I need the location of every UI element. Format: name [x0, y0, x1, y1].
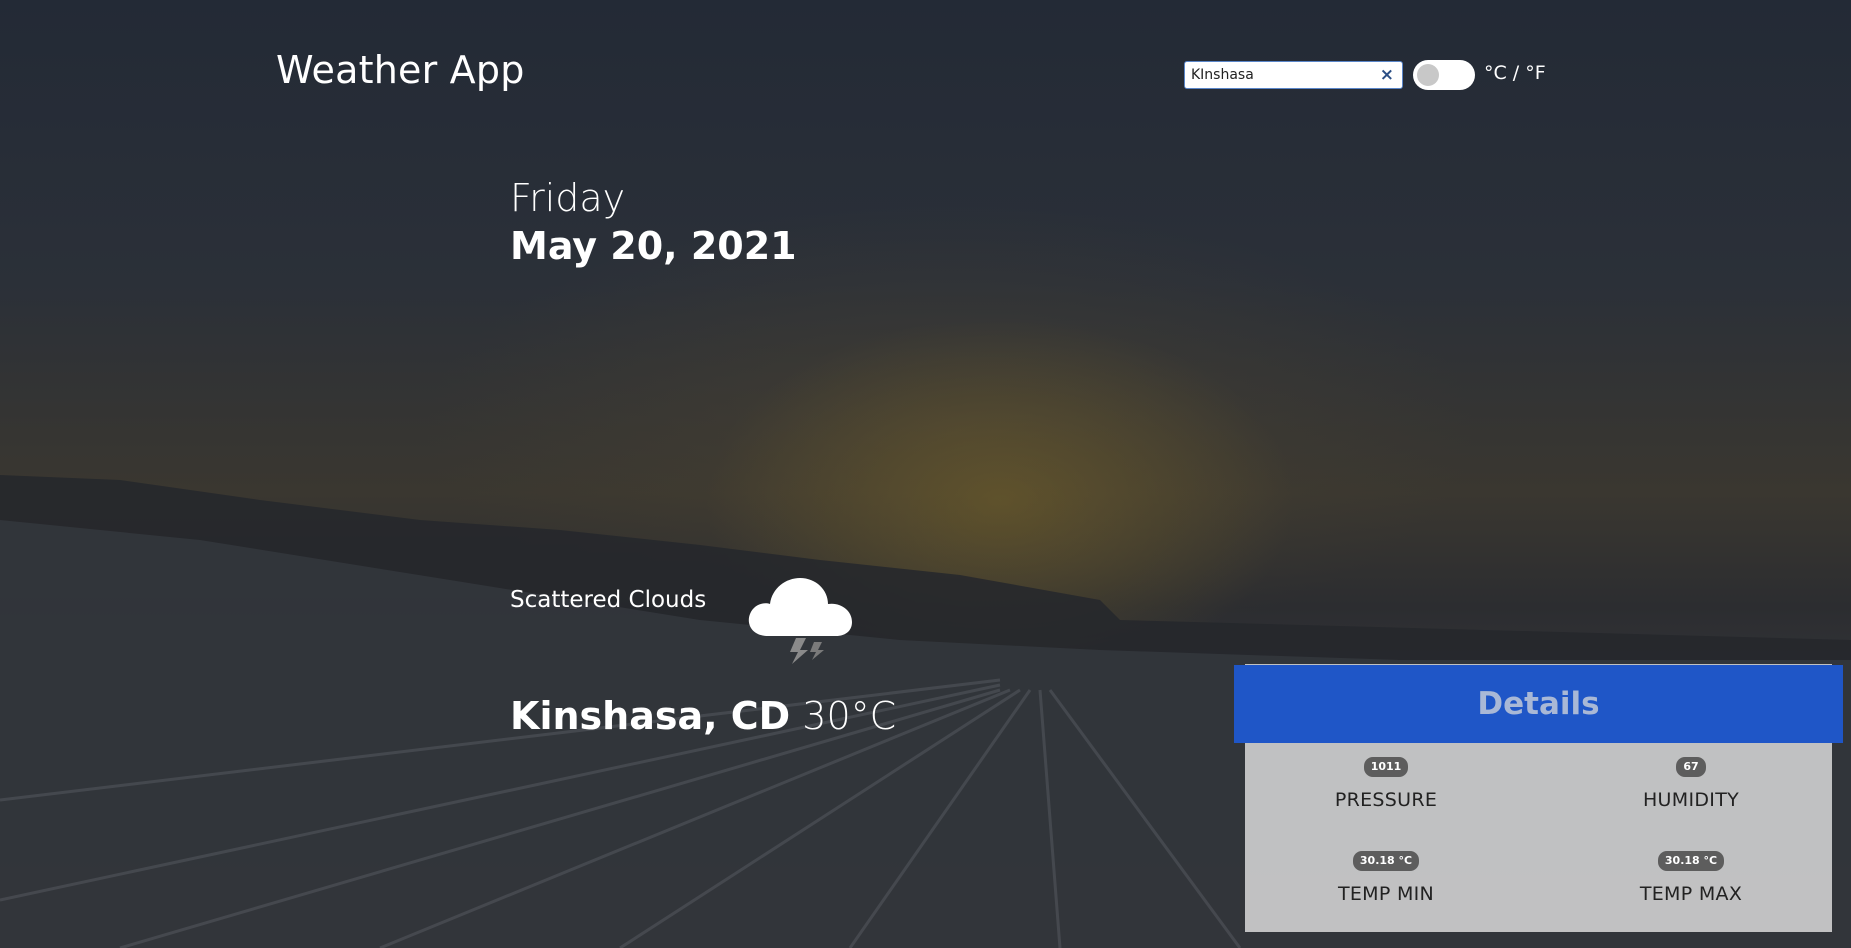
humidity-stat: 67 HUMIDITY: [1591, 755, 1791, 811]
weather-condition: Scattered Clouds: [510, 587, 707, 613]
humidity-value-badge: 67: [1676, 757, 1706, 777]
weather-app-page: Weather App × °C / °F Friday May 20, 202…: [0, 0, 1851, 948]
temp-max-label: TEMP MAX: [1639, 883, 1743, 905]
city-search-box[interactable]: ×: [1184, 61, 1403, 89]
city-search-input[interactable]: [1191, 64, 1371, 86]
clear-search-icon[interactable]: ×: [1380, 65, 1394, 85]
temp-min-label: TEMP MIN: [1337, 883, 1435, 905]
details-title: Details: [1477, 686, 1600, 722]
cloud-lightning-icon: [748, 578, 852, 664]
temp-max-value-badge: 30.18 °C: [1657, 851, 1725, 871]
location-name: Kinshasa, CD: [510, 694, 791, 738]
toggle-knob: [1417, 64, 1439, 86]
pressure-stat: 1011 PRESSURE: [1286, 755, 1486, 811]
temp-min-stat: 30.18 °C TEMP MIN: [1286, 849, 1486, 905]
current-temperature: 30°C: [802, 694, 897, 738]
temp-min-value-badge: 30.18 °C: [1352, 851, 1420, 871]
details-header: Details: [1234, 665, 1843, 743]
unit-toggle-label: °C / °F: [1484, 62, 1546, 84]
pressure-value-badge: 1011: [1363, 757, 1409, 777]
humidity-label: HUMIDITY: [1642, 789, 1740, 811]
app-title: Weather App: [276, 48, 525, 92]
day-name: Friday: [510, 176, 626, 220]
unit-toggle-switch[interactable]: [1413, 60, 1475, 90]
current-date: May 20, 2021: [510, 224, 797, 268]
pressure-label: PRESSURE: [1334, 789, 1438, 811]
temp-max-stat: 30.18 °C TEMP MAX: [1591, 849, 1791, 905]
location-temperature: Kinshasa, CD 30°C: [510, 694, 896, 738]
